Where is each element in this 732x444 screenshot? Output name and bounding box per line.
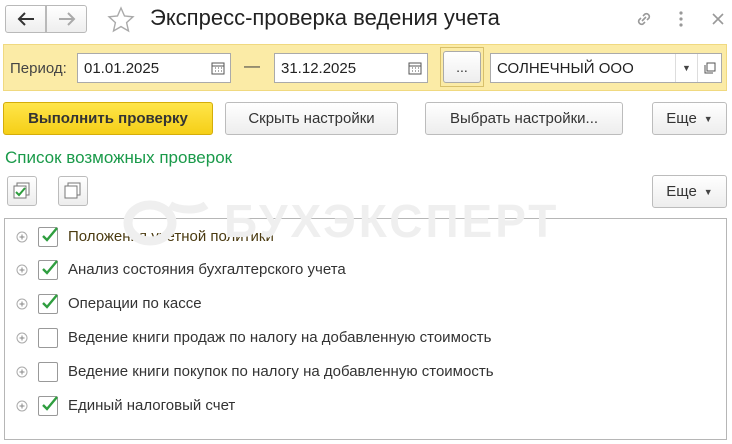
arrow-left-icon: [17, 12, 34, 26]
expand-icon[interactable]: [16, 231, 28, 243]
date-from-field[interactable]: 01.01.2025: [77, 53, 231, 83]
check-row-label: Ведение книги продаж по налогу на добавл…: [68, 329, 492, 346]
period-separator: —: [244, 58, 260, 75]
arrow-right-icon: [58, 12, 75, 26]
checkbox[interactable]: [38, 227, 58, 247]
checks-more-label: Еще: [666, 183, 697, 200]
date-to-value: 31.12.2025: [281, 60, 357, 77]
calendar-icon[interactable]: [403, 54, 427, 82]
expand-icon[interactable]: [16, 298, 28, 310]
check-row-label: Ведение книги покупок по налогу на добав…: [68, 363, 494, 380]
checks-list: Положения учетной политики Анализ состоя…: [4, 218, 727, 440]
more-button-label: Еще: [666, 110, 697, 127]
organization-value: СОЛНЕЧНЫЙ ООО: [497, 60, 634, 77]
expand-icon[interactable]: [16, 366, 28, 378]
title-bar: Экспресс-проверка ведения учета: [0, 0, 732, 40]
check-row-label: Единый налоговый счет: [68, 397, 236, 414]
checks-more-button[interactable]: Еще ▼: [652, 175, 727, 208]
checkbox[interactable]: [38, 260, 58, 280]
expand-icon[interactable]: [16, 400, 28, 412]
period-label: Период:: [10, 60, 67, 77]
chevron-down-icon: ▼: [703, 186, 713, 197]
section-title: Список возможных проверок: [5, 148, 233, 167]
hide-settings-button[interactable]: Скрыть настройки: [225, 102, 398, 135]
check-row-purchase-ledger[interactable]: Ведение книги покупок по налогу на добав…: [5, 356, 726, 388]
check-all-icon: [13, 182, 30, 199]
choose-settings-button[interactable]: Выбрать настройки...: [425, 102, 623, 135]
checkbox[interactable]: [38, 328, 58, 348]
check-row-label: Анализ состояния бухгалтерского учета: [68, 261, 346, 278]
page-title: Экспресс-проверка ведения учета: [150, 5, 500, 30]
expand-icon[interactable]: [16, 332, 28, 344]
check-row-cash-operations[interactable]: Операции по кассе: [5, 288, 726, 320]
uncheck-all-icon: [64, 182, 81, 199]
link-icon[interactable]: [633, 8, 655, 30]
checkbox[interactable]: [38, 362, 58, 382]
check-all-button[interactable]: [7, 176, 37, 206]
check-row-unified-tax-account[interactable]: Единый налоговый счет: [5, 390, 726, 422]
calendar-icon[interactable]: [206, 54, 230, 82]
check-row-label: Операции по кассе: [68, 295, 202, 312]
star-icon[interactable]: [107, 6, 135, 34]
check-row-sales-ledger[interactable]: Ведение книги продаж по налогу на добавл…: [5, 322, 726, 354]
chevron-down-icon[interactable]: ▼: [675, 54, 697, 82]
more-vertical-icon[interactable]: [670, 8, 692, 30]
check-row-accounting-policy[interactable]: Положения учетной политики: [5, 221, 726, 253]
filter-panel: Период: 01.01.2025 — 31.12.2025 ... СОЛН…: [3, 44, 727, 91]
uncheck-all-button[interactable]: [58, 176, 88, 206]
checkbox[interactable]: [38, 396, 58, 416]
back-button[interactable]: [5, 5, 46, 33]
forward-button[interactable]: [46, 5, 87, 33]
chevron-down-icon: ▼: [703, 113, 713, 124]
check-row-label: Положения учетной политики: [68, 228, 274, 245]
check-row-accounting-analysis[interactable]: Анализ состояния бухгалтерского учета: [5, 254, 726, 286]
date-to-field[interactable]: 31.12.2025: [274, 53, 428, 83]
expand-icon[interactable]: [16, 264, 28, 276]
close-icon[interactable]: [707, 8, 729, 30]
period-picker-focus: ...: [440, 47, 484, 87]
organization-field[interactable]: СОЛНЕЧНЫЙ ООО ▼: [490, 53, 722, 83]
date-from-value: 01.01.2025: [84, 60, 160, 77]
period-picker-button[interactable]: ...: [443, 51, 481, 83]
more-button[interactable]: Еще ▼: [652, 102, 727, 135]
open-icon[interactable]: [697, 54, 721, 82]
run-check-button[interactable]: Выполнить проверку: [3, 102, 213, 135]
checkbox[interactable]: [38, 294, 58, 314]
